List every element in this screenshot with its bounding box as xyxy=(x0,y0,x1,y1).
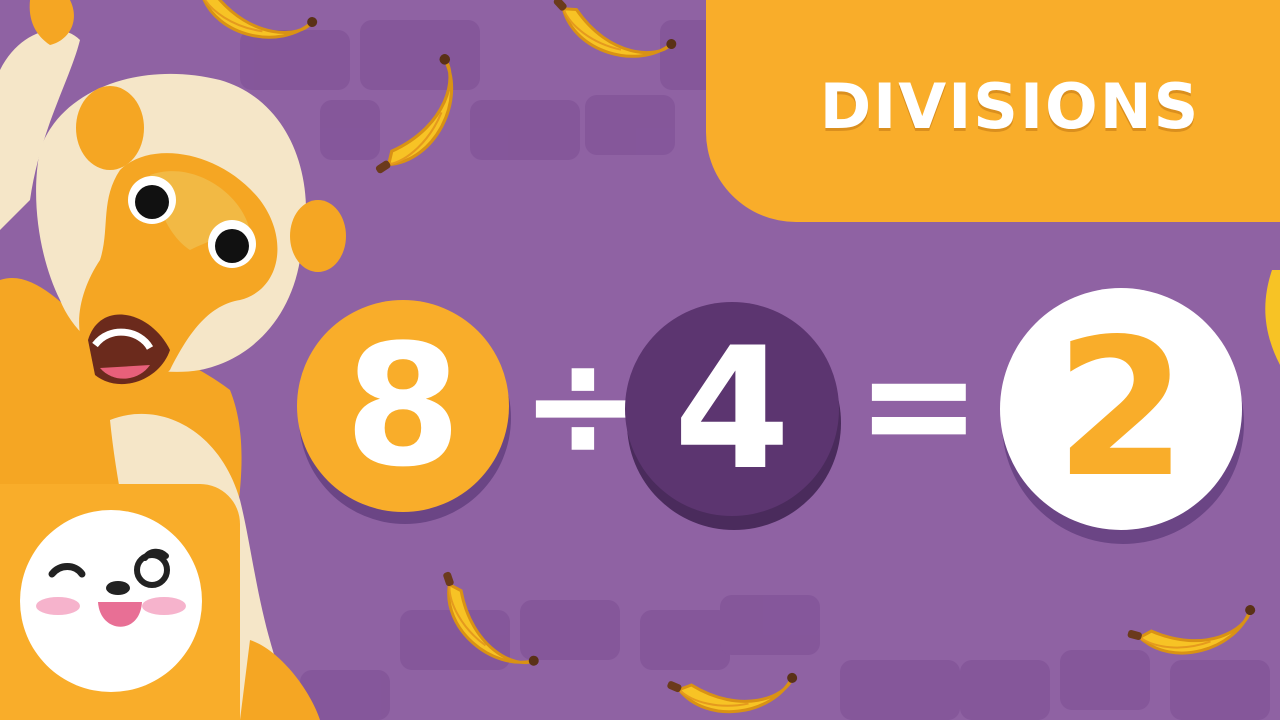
dividend-number: 8 xyxy=(344,308,462,504)
result-number: 2 xyxy=(1054,298,1188,519)
divisor-circle: 4 xyxy=(625,302,839,516)
page-title: DIVISIONS xyxy=(819,70,1201,143)
divisor-number: 4 xyxy=(673,311,791,507)
dividend-circle: 8 xyxy=(297,300,509,512)
equals-sign: = xyxy=(856,318,982,492)
result-circle: 2 xyxy=(1000,288,1242,530)
smiling-face-logo xyxy=(20,510,202,692)
divide-sign: ÷ xyxy=(520,318,646,492)
thumbnail-stage: DIVISIONS 8 ÷ 4 = 2 xyxy=(0,0,1280,720)
